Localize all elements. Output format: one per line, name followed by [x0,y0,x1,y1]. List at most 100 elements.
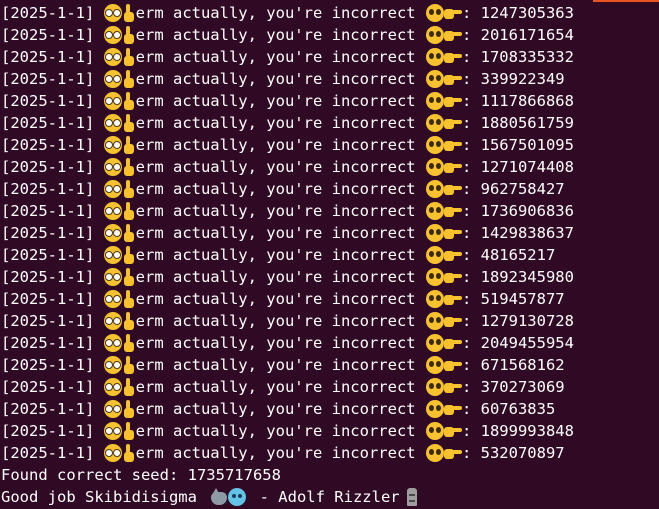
pleading-face-icon [425,70,444,88]
pleading-face-icon [425,422,444,440]
seed-value: 519457877 [480,290,565,308]
index-pointing-up-icon [123,400,135,418]
log-line: [2025-1-1] erm actually, you're incorrec… [1,310,659,332]
nerd-face-icon [103,92,122,110]
found-seed-text: Found correct seed: 1735717658 [1,466,281,484]
log-message: erm actually, you're incorrect [135,92,425,110]
seed-value: 962758427 [480,180,565,198]
backhand-index-pointing-right-icon [443,29,462,41]
seed-value: 1899993848 [480,422,574,440]
log-separator: : [461,334,481,352]
log-message: erm actually, you're incorrect [135,202,425,220]
backhand-index-pointing-right-icon [443,51,462,63]
wolf-icon [210,488,228,506]
cold-face-icon [228,488,247,506]
backhand-index-pointing-right-icon [443,73,462,85]
log-message: erm actually, you're incorrect [135,246,425,264]
log-timestamp: [2025-1-1] [1,202,104,220]
log-separator: : [461,202,481,220]
log-line: [2025-1-1] erm actually, you're incorrec… [1,244,659,266]
nerd-face-icon [103,136,122,154]
backhand-index-pointing-right-icon [443,271,462,283]
nerd-face-icon [103,70,122,88]
seed-value: 1247305363 [480,4,574,22]
backhand-index-pointing-right-icon [443,381,462,393]
backhand-index-pointing-right-icon [443,183,462,195]
log-separator: : [461,224,481,242]
seed-value: 1892345980 [480,268,574,286]
pleading-face-icon [425,4,444,22]
pleading-face-icon [425,202,444,220]
log-line: [2025-1-1] erm actually, you're incorrec… [1,156,659,178]
pleading-face-icon [425,268,444,286]
index-pointing-up-icon [123,312,135,330]
backhand-index-pointing-right-icon [443,205,462,217]
nerd-face-icon [103,4,122,22]
pleading-face-icon [425,180,444,198]
nerd-face-icon [103,334,122,352]
backhand-index-pointing-right-icon [443,337,462,349]
pleading-face-icon [425,334,444,352]
log-timestamp: [2025-1-1] [1,290,104,308]
seed-value: 1708335332 [480,48,574,66]
log-line: [2025-1-1] erm actually, you're incorrec… [1,200,659,222]
seed-value: 1117866868 [480,92,574,110]
pleading-face-icon [425,312,444,330]
log-separator: : [461,136,481,154]
log-timestamp: [2025-1-1] [1,158,104,176]
log-timestamp: [2025-1-1] [1,444,104,462]
log-separator: : [461,92,481,110]
log-message: erm actually, you're incorrect [135,312,425,330]
log-timestamp: [2025-1-1] [1,356,104,374]
log-message: erm actually, you're incorrect [135,400,425,418]
log-line: [2025-1-1] erm actually, you're incorrec… [1,134,659,156]
pleading-face-icon [425,400,444,418]
log-line: [2025-1-1] erm actually, you're incorrec… [1,2,659,24]
index-pointing-up-icon [123,246,135,264]
terminal-window[interactable]: [2025-1-1] erm actually, you're incorrec… [0,0,659,509]
log-message: erm actually, you're incorrect [135,356,425,374]
index-pointing-up-icon [123,26,135,44]
nerd-face-icon [103,26,122,44]
pleading-face-icon [425,26,444,44]
nerd-face-icon [103,180,122,198]
seed-value: 2049455954 [480,334,574,352]
log-message: erm actually, you're incorrect [135,114,425,132]
log-line: [2025-1-1] erm actually, you're incorrec… [1,68,659,90]
log-message: erm actually, you're incorrect [135,268,425,286]
index-pointing-up-icon [123,378,135,396]
log-message: erm actually, you're incorrect [135,378,425,396]
backhand-index-pointing-right-icon [443,95,462,107]
seed-value: 1279130728 [480,312,574,330]
log-line: [2025-1-1] erm actually, you're incorrec… [1,288,659,310]
backhand-index-pointing-right-icon [443,293,462,305]
nerd-face-icon [103,158,122,176]
seed-value: 1271074408 [480,158,574,176]
log-message: erm actually, you're incorrect [135,48,425,66]
log-separator: : [461,26,481,44]
index-pointing-up-icon [123,334,135,352]
backhand-index-pointing-right-icon [443,117,462,129]
log-separator: : [461,400,481,418]
log-separator: : [461,422,481,440]
index-pointing-up-icon [123,136,135,154]
seed-value: 48165217 [480,246,556,264]
final-message-before: Good job Skibidisigma [1,488,207,506]
backhand-index-pointing-right-icon [443,161,462,173]
log-timestamp: [2025-1-1] [1,26,104,44]
log-message: erm actually, you're incorrect [135,422,425,440]
seed-value: 1429838637 [480,224,574,242]
index-pointing-up-icon [123,114,135,132]
final-message-line: Good job Skibidisigma - Adolf Rizzler [1,486,659,508]
seed-value: 1736906836 [480,202,574,220]
seed-value: 532070897 [480,444,565,462]
nerd-face-icon [103,114,122,132]
seed-value: 671568162 [480,356,565,374]
index-pointing-up-icon [123,202,135,220]
index-pointing-up-icon [123,444,135,462]
index-pointing-up-icon [123,180,135,198]
log-message: erm actually, you're incorrect [135,70,425,88]
log-separator: : [461,158,481,176]
index-pointing-up-icon [123,422,135,440]
backhand-index-pointing-right-icon [443,139,462,151]
